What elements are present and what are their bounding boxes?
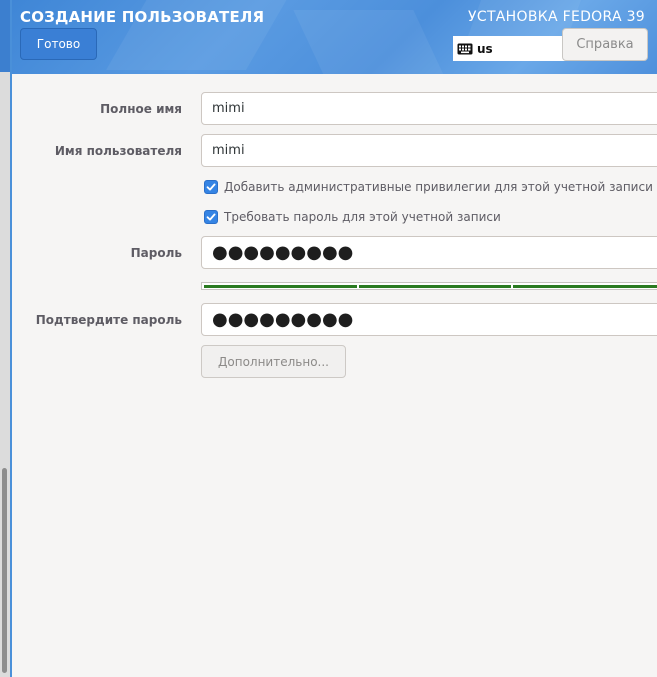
- product-title: УСТАНОВКА FEDORA 39: [468, 9, 645, 25]
- confirm-password-masked-value: ●●●●●●●●●: [212, 308, 354, 330]
- header-facet: [293, 10, 451, 74]
- require-password-checkbox-row[interactable]: Требовать пароль для этой учетной записи: [204, 210, 501, 224]
- username-value: mimi: [212, 143, 245, 158]
- strength-segment: [204, 285, 357, 288]
- full-name-label: Полное имя: [100, 102, 182, 116]
- password-input[interactable]: ●●●●●●●●●: [201, 236, 657, 269]
- password-label: Пароль: [130, 246, 182, 260]
- admin-privileges-checkbox[interactable]: [204, 180, 218, 194]
- scrollbar-thumb[interactable]: [2, 468, 7, 673]
- done-button[interactable]: Готово: [20, 28, 97, 60]
- keyboard-layout-indicator[interactable]: us: [453, 36, 573, 61]
- keyboard-layout-label: us: [477, 41, 493, 56]
- require-password-label: Требовать пароль для этой учетной записи: [224, 210, 501, 224]
- username-input[interactable]: mimi: [201, 134, 657, 167]
- strength-segment: [513, 285, 657, 288]
- require-password-checkbox[interactable]: [204, 210, 218, 224]
- password-strength-bar: [201, 282, 657, 290]
- checkmark-icon: [206, 213, 216, 221]
- left-panel-border: [10, 0, 12, 677]
- admin-privileges-checkbox-row[interactable]: Добавить административные привилегии для…: [204, 180, 657, 194]
- full-name-input[interactable]: mimi: [201, 92, 657, 125]
- header-bar: СОЗДАНИЕ ПОЛЬЗОВАТЕЛЯ УСТАНОВКА FEDORA 3…: [12, 0, 657, 74]
- username-label: Имя пользователя: [54, 144, 182, 158]
- strength-segment: [359, 285, 511, 288]
- left-panel-strip: [0, 0, 12, 677]
- admin-privileges-label: Добавить административные привилегии для…: [224, 180, 657, 194]
- advanced-button[interactable]: Дополнительно...: [201, 345, 346, 378]
- keyboard-icon: [457, 43, 473, 54]
- password-masked-value: ●●●●●●●●●: [212, 241, 354, 263]
- page-title: СОЗДАНИЕ ПОЛЬЗОВАТЕЛЯ: [20, 8, 265, 26]
- help-button[interactable]: Справка: [562, 28, 648, 61]
- full-name-value: mimi: [212, 101, 245, 116]
- user-creation-window: СОЗДАНИЕ ПОЛЬЗОВАТЕЛЯ УСТАНОВКА FEDORA 3…: [0, 0, 657, 677]
- checkmark-icon: [206, 183, 216, 191]
- confirm-password-input[interactable]: ●●●●●●●●●: [201, 303, 657, 336]
- confirm-password-label: Подтвердите пароль: [35, 313, 182, 327]
